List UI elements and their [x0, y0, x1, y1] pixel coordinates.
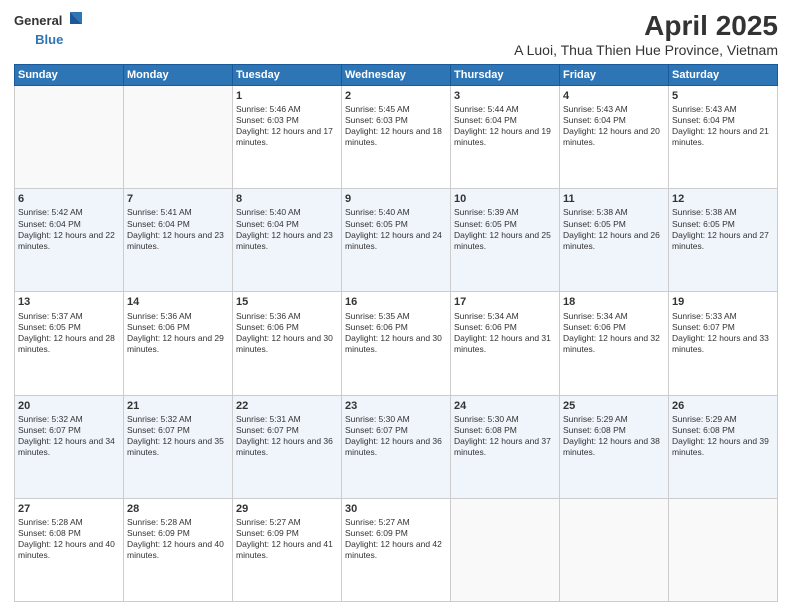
- calendar-week-row: 1Sunrise: 5:46 AMSunset: 6:03 PMDaylight…: [15, 86, 778, 189]
- table-row: 14Sunrise: 5:36 AMSunset: 6:06 PMDayligh…: [124, 292, 233, 395]
- logo-icon: [62, 10, 84, 32]
- table-row: 6Sunrise: 5:42 AMSunset: 6:04 PMDaylight…: [15, 189, 124, 292]
- calendar-table: Sunday Monday Tuesday Wednesday Thursday…: [14, 64, 778, 602]
- table-row: 4Sunrise: 5:43 AMSunset: 6:04 PMDaylight…: [560, 86, 669, 189]
- col-tuesday: Tuesday: [233, 65, 342, 86]
- table-row: 24Sunrise: 5:30 AMSunset: 6:08 PMDayligh…: [451, 395, 560, 498]
- page-title: April 2025: [514, 10, 778, 42]
- header: General Blue April 2025 A Luoi, Thua Thi…: [14, 10, 778, 58]
- page-subtitle: A Luoi, Thua Thien Hue Province, Vietnam: [514, 42, 778, 58]
- table-row: 29Sunrise: 5:27 AMSunset: 6:09 PMDayligh…: [233, 498, 342, 601]
- table-row: 28Sunrise: 5:28 AMSunset: 6:09 PMDayligh…: [124, 498, 233, 601]
- table-row: 26Sunrise: 5:29 AMSunset: 6:08 PMDayligh…: [669, 395, 778, 498]
- table-row: 16Sunrise: 5:35 AMSunset: 6:06 PMDayligh…: [342, 292, 451, 395]
- table-row: 15Sunrise: 5:36 AMSunset: 6:06 PMDayligh…: [233, 292, 342, 395]
- table-row: 27Sunrise: 5:28 AMSunset: 6:08 PMDayligh…: [15, 498, 124, 601]
- table-row: [15, 86, 124, 189]
- table-row: 23Sunrise: 5:30 AMSunset: 6:07 PMDayligh…: [342, 395, 451, 498]
- table-row: 18Sunrise: 5:34 AMSunset: 6:06 PMDayligh…: [560, 292, 669, 395]
- table-row: 13Sunrise: 5:37 AMSunset: 6:05 PMDayligh…: [15, 292, 124, 395]
- table-row: 30Sunrise: 5:27 AMSunset: 6:09 PMDayligh…: [342, 498, 451, 601]
- title-block: April 2025 A Luoi, Thua Thien Hue Provin…: [514, 10, 778, 58]
- calendar-header-row: Sunday Monday Tuesday Wednesday Thursday…: [15, 65, 778, 86]
- table-row: 9Sunrise: 5:40 AMSunset: 6:05 PMDaylight…: [342, 189, 451, 292]
- table-row: [124, 86, 233, 189]
- table-row: [451, 498, 560, 601]
- table-row: [560, 498, 669, 601]
- col-thursday: Thursday: [451, 65, 560, 86]
- col-monday: Monday: [124, 65, 233, 86]
- table-row: 8Sunrise: 5:40 AMSunset: 6:04 PMDaylight…: [233, 189, 342, 292]
- table-row: 3Sunrise: 5:44 AMSunset: 6:04 PMDaylight…: [451, 86, 560, 189]
- calendar-week-row: 6Sunrise: 5:42 AMSunset: 6:04 PMDaylight…: [15, 189, 778, 292]
- table-row: 7Sunrise: 5:41 AMSunset: 6:04 PMDaylight…: [124, 189, 233, 292]
- calendar-week-row: 20Sunrise: 5:32 AMSunset: 6:07 PMDayligh…: [15, 395, 778, 498]
- col-saturday: Saturday: [669, 65, 778, 86]
- col-friday: Friday: [560, 65, 669, 86]
- logo-blue: Blue: [35, 32, 63, 48]
- table-row: 2Sunrise: 5:45 AMSunset: 6:03 PMDaylight…: [342, 86, 451, 189]
- table-row: 17Sunrise: 5:34 AMSunset: 6:06 PMDayligh…: [451, 292, 560, 395]
- table-row: 25Sunrise: 5:29 AMSunset: 6:08 PMDayligh…: [560, 395, 669, 498]
- logo-text: General: [14, 13, 62, 29]
- table-row: 10Sunrise: 5:39 AMSunset: 6:05 PMDayligh…: [451, 189, 560, 292]
- table-row: 20Sunrise: 5:32 AMSunset: 6:07 PMDayligh…: [15, 395, 124, 498]
- table-row: 22Sunrise: 5:31 AMSunset: 6:07 PMDayligh…: [233, 395, 342, 498]
- table-row: 11Sunrise: 5:38 AMSunset: 6:05 PMDayligh…: [560, 189, 669, 292]
- table-row: 1Sunrise: 5:46 AMSunset: 6:03 PMDaylight…: [233, 86, 342, 189]
- col-sunday: Sunday: [15, 65, 124, 86]
- calendar-week-row: 27Sunrise: 5:28 AMSunset: 6:08 PMDayligh…: [15, 498, 778, 601]
- col-wednesday: Wednesday: [342, 65, 451, 86]
- table-row: 21Sunrise: 5:32 AMSunset: 6:07 PMDayligh…: [124, 395, 233, 498]
- table-row: [669, 498, 778, 601]
- page: General Blue April 2025 A Luoi, Thua Thi…: [0, 0, 792, 612]
- table-row: 5Sunrise: 5:43 AMSunset: 6:04 PMDaylight…: [669, 86, 778, 189]
- table-row: 19Sunrise: 5:33 AMSunset: 6:07 PMDayligh…: [669, 292, 778, 395]
- table-row: 12Sunrise: 5:38 AMSunset: 6:05 PMDayligh…: [669, 189, 778, 292]
- logo: General Blue: [14, 10, 84, 48]
- calendar-week-row: 13Sunrise: 5:37 AMSunset: 6:05 PMDayligh…: [15, 292, 778, 395]
